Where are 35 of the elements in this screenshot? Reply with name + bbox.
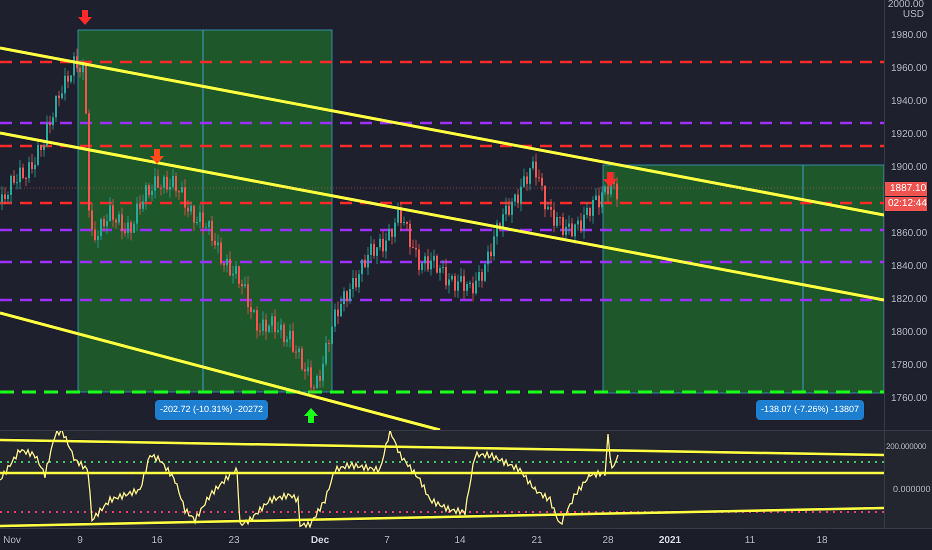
- axis-label: 1920.00: [891, 129, 928, 141]
- time-label: 21: [531, 534, 543, 548]
- time-label: 16: [151, 534, 163, 548]
- measure-label: -202.72 (-10.31%) -20272: [155, 400, 268, 420]
- axis-label: 1840.00: [891, 261, 928, 273]
- axis-label: 1900.00: [891, 162, 928, 174]
- axis-label: 1940.00: [891, 96, 928, 108]
- time-label: Nov: [3, 534, 21, 548]
- time-label: 14: [454, 534, 466, 548]
- axis-label: 1860.00: [891, 228, 928, 240]
- axis-label: 1780.00: [891, 360, 928, 372]
- measure-label: -138.07 (-7.26%) -13807: [756, 400, 864, 420]
- axis-label: 1820.00: [891, 294, 928, 306]
- time-label: 23: [228, 534, 240, 548]
- up-arrow-icon: [304, 408, 318, 423]
- axis-label: 1760.00: [891, 393, 928, 405]
- down-arrow-icon: [603, 172, 617, 187]
- axis-label: 2000.00: [888, 0, 924, 10]
- down-arrow-icon: [78, 10, 92, 25]
- axis-label: 0.000000: [893, 483, 931, 496]
- time-label: 9: [77, 534, 83, 548]
- axis-label: 1980.00: [891, 30, 928, 42]
- axis-label: 200.000000: [886, 441, 926, 453]
- currency-label: USD: [902, 10, 924, 20]
- countdown-tag: 02:12:44: [885, 197, 927, 211]
- time-label: 2021: [658, 534, 682, 548]
- time-label: 18: [816, 534, 828, 548]
- axis-label: 1800.00: [891, 327, 928, 339]
- down-arrow-icon: [150, 149, 164, 164]
- last-price-tag: 1887.10: [885, 182, 927, 196]
- time-label: 7: [384, 534, 390, 548]
- axis-label: 1960.00: [891, 63, 928, 75]
- time-label: 28: [602, 534, 614, 548]
- time-label: Dec: [310, 534, 330, 548]
- time-label: 11: [744, 534, 756, 548]
